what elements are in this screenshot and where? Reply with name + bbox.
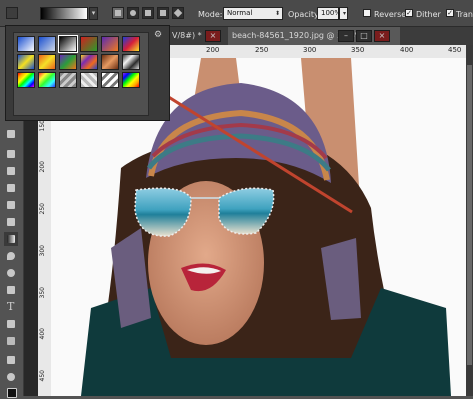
gradient-swatch-rainbow[interactable] [122,72,140,88]
gradient-swatch-grid [13,32,149,116]
gradient-swatch-black-white[interactable] [58,35,78,53]
gradient-swatch-blue-red-yellow[interactable] [122,36,140,52]
gear-icon[interactable]: ⚙ [153,30,163,40]
gradient-swatch-fg-to-bg[interactable] [17,36,35,52]
gradient-swatch-spectrum[interactable] [17,72,35,88]
gradient-swatch-copper[interactable] [101,54,119,70]
gradient-swatch-fg-to-transparent[interactable] [38,36,56,52]
gradient-swatch-checker-transparent[interactable] [80,72,98,88]
gradient-swatch-blue-yellow-blue[interactable] [17,54,35,70]
gradient-swatch-orange-yellow-orange[interactable] [38,54,56,70]
gradient-swatch-chrome[interactable] [122,54,140,70]
gradient-swatch-violet-green-orange[interactable] [59,54,77,70]
gradient-swatch-violet-orange[interactable] [101,36,119,52]
gradient-swatch-red-green[interactable] [80,36,98,52]
gradient-swatch-transparent-stripes[interactable] [59,72,77,88]
gradient-preset-picker: ⚙ [5,25,170,121]
gradient-swatch-stripes[interactable] [101,72,119,88]
gradient-swatch-transparent-rainbow[interactable] [38,72,56,88]
gradient-swatch-yellow-violet-orange-blue[interactable] [80,54,98,70]
